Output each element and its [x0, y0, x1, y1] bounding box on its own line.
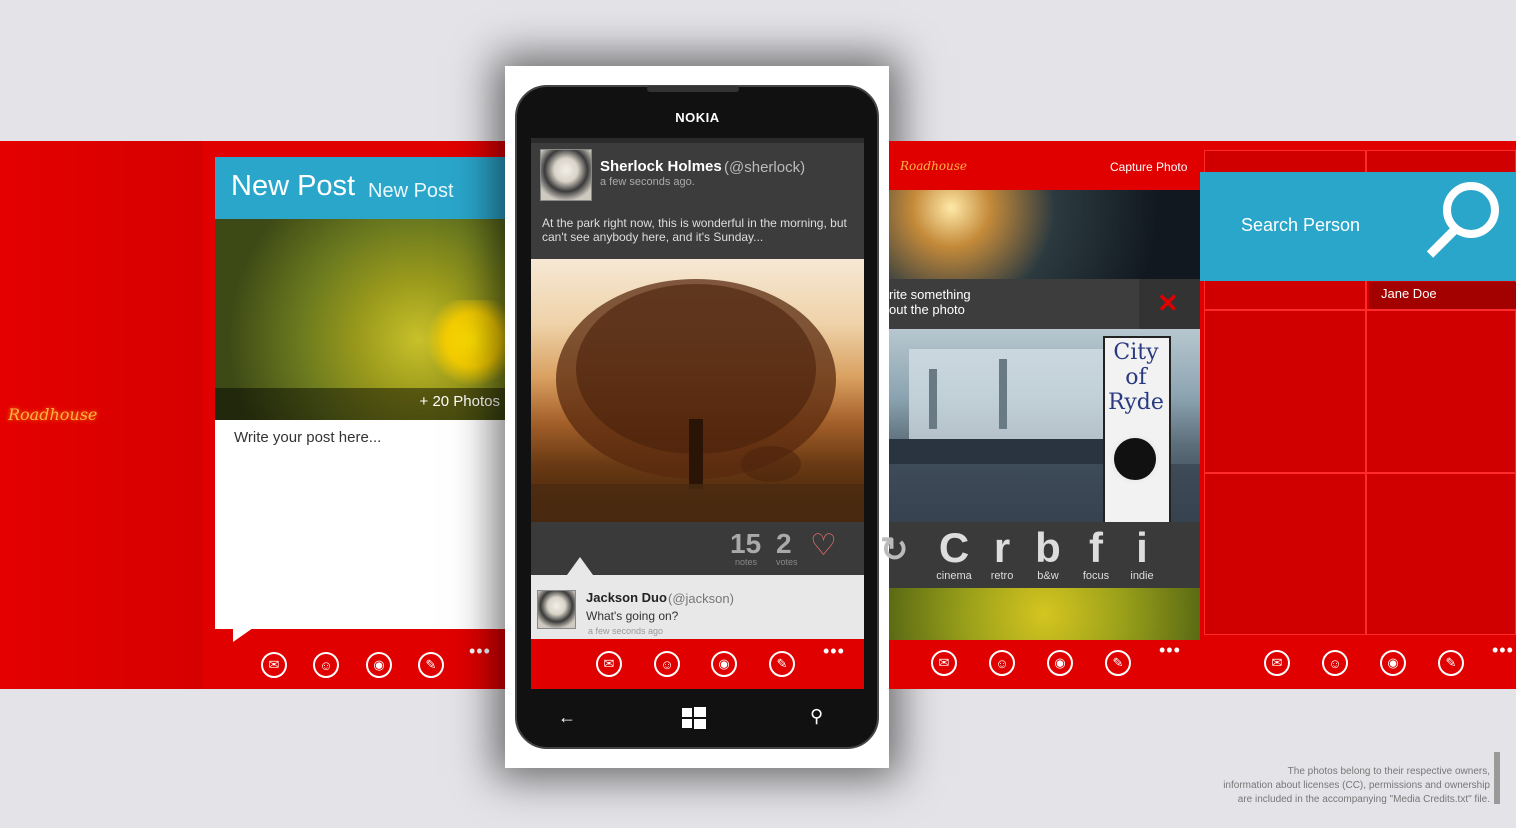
edit-icon[interactable]: ✎	[418, 652, 444, 678]
filter-letter: i	[1136, 524, 1148, 571]
capture-logo: Roadhouse	[900, 159, 968, 173]
filter-letter: f	[1089, 524, 1103, 571]
post-author-handle[interactable]: (@sherlock)	[724, 159, 805, 176]
post-author-name[interactable]: Sherlock Holmes	[600, 158, 722, 175]
new-post-subtitle: New Post	[368, 180, 454, 202]
comment-item[interactable]	[531, 575, 864, 639]
photo-count-label[interactable]: + 20 Photos	[380, 393, 500, 410]
filter-indie[interactable]: i indie	[1124, 524, 1160, 583]
edit-icon[interactable]: ✎	[769, 651, 795, 677]
filter-label: retro	[990, 570, 1014, 582]
person-tile[interactable]	[1204, 473, 1366, 635]
caption-placeholder: rite something out the photo	[889, 287, 971, 317]
media-credits-note: The photos belong to their respective ow…	[1180, 765, 1490, 807]
filter-label: cinema	[936, 570, 972, 582]
more-options-button[interactable]: •••	[1159, 640, 1181, 661]
tree-illustration	[531, 279, 864, 522]
mail-icon[interactable]: ✉	[1264, 650, 1290, 676]
filter-label: b&w	[1037, 570, 1059, 582]
person-tile[interactable]	[1204, 310, 1366, 473]
phone-speaker	[647, 86, 739, 92]
heart-icon[interactable]: ♡	[810, 528, 837, 563]
post-timestamp: a few seconds ago.	[600, 176, 695, 188]
phone-brand: NOKIA	[675, 110, 720, 125]
camera-icon[interactable]: ◉	[711, 651, 737, 677]
sign-text: City of Ryde	[1108, 340, 1164, 415]
notes-label: notes	[735, 557, 758, 567]
filter-letter: b	[1035, 524, 1061, 571]
more-options-button[interactable]: •••	[1492, 640, 1514, 661]
votes-count: 2	[776, 528, 792, 559]
speech-bubble-tail	[233, 628, 253, 642]
comment-pointer	[567, 557, 593, 575]
windows-icon[interactable]	[682, 707, 706, 729]
camera-icon[interactable]: ◉	[366, 652, 392, 678]
filter-letter: C	[938, 524, 970, 571]
back-icon[interactable]: ←	[558, 707, 576, 728]
people-icon[interactable]: ☺	[989, 650, 1015, 676]
roadhouse-logo: Roadhouse	[8, 405, 98, 424]
post-text: At the park right now, this is wonderful…	[542, 216, 847, 244]
people-icon[interactable]: ☺	[654, 651, 680, 677]
flower-photo-detail	[425, 300, 505, 400]
caption-line-2: out the photo	[889, 302, 965, 317]
edit-icon[interactable]: ✎	[1438, 650, 1464, 676]
no-glass-sign-icon	[1111, 435, 1159, 483]
search-result-name[interactable]: Jane Doe	[1381, 286, 1437, 301]
filter-letter: r	[993, 524, 1011, 571]
credits-accent-bar	[1494, 752, 1500, 804]
concert-photo[interactable]	[889, 190, 1200, 279]
search-person-label[interactable]: Search Person	[1241, 215, 1360, 236]
filter-label: indie	[1130, 570, 1154, 582]
comment-avatar[interactable]	[537, 590, 576, 629]
close-icon[interactable]: ✕	[1157, 288, 1179, 319]
post-input-placeholder: Write your post here...	[234, 429, 382, 446]
credits-line-2: information about licenses (CC), permiss…	[1223, 780, 1490, 791]
person-tile[interactable]	[1366, 473, 1516, 635]
capture-title: Capture Photo	[1110, 160, 1188, 174]
filter-bw[interactable]: b b&w	[1030, 524, 1066, 583]
search-icon[interactable]: ⚲	[810, 706, 823, 727]
comment-timestamp: a few seconds ago	[588, 626, 664, 636]
people-icon[interactable]: ☺	[1322, 650, 1348, 676]
more-options-button[interactable]: •••	[823, 641, 845, 662]
comment-author-handle[interactable]: (@jackson)	[668, 591, 734, 606]
more-options-button[interactable]: •••	[469, 641, 491, 662]
filter-label: focus	[1082, 570, 1110, 582]
filter-retro[interactable]: r retro	[984, 524, 1020, 583]
credits-line-1: The photos belong to their respective ow…	[1287, 766, 1490, 777]
camera-icon[interactable]: ◉	[1380, 650, 1406, 676]
mail-icon[interactable]: ✉	[261, 652, 287, 678]
rotate-icon[interactable]: ↻	[880, 528, 909, 572]
mail-icon[interactable]: ✉	[931, 650, 957, 676]
tree-photo[interactable]	[531, 259, 864, 522]
new-post-title: New Post	[231, 170, 356, 202]
person-tile[interactable]	[1366, 310, 1516, 473]
mail-icon[interactable]: ✉	[596, 651, 622, 677]
edit-icon[interactable]: ✎	[1105, 650, 1131, 676]
post-text-input[interactable]	[215, 420, 505, 629]
votes-label: votes	[776, 557, 798, 567]
people-icon[interactable]: ☺	[313, 652, 339, 678]
comment-author-name[interactable]: Jackson Duo	[586, 590, 667, 605]
notes-count: 15	[730, 528, 762, 559]
avatar[interactable]	[540, 149, 592, 201]
credits-line-3: are included in the accompanying "Media …	[1237, 794, 1490, 805]
camera-icon[interactable]: ◉	[1047, 650, 1073, 676]
phone-app-bar	[531, 639, 864, 689]
filter-cinema[interactable]: C cinema	[932, 524, 976, 583]
filter-focus[interactable]: f focus	[1078, 524, 1114, 583]
comment-text: What's going on?	[586, 609, 679, 623]
caption-line-1: rite something	[889, 287, 971, 302]
capture-bottom-photo	[889, 588, 1200, 640]
